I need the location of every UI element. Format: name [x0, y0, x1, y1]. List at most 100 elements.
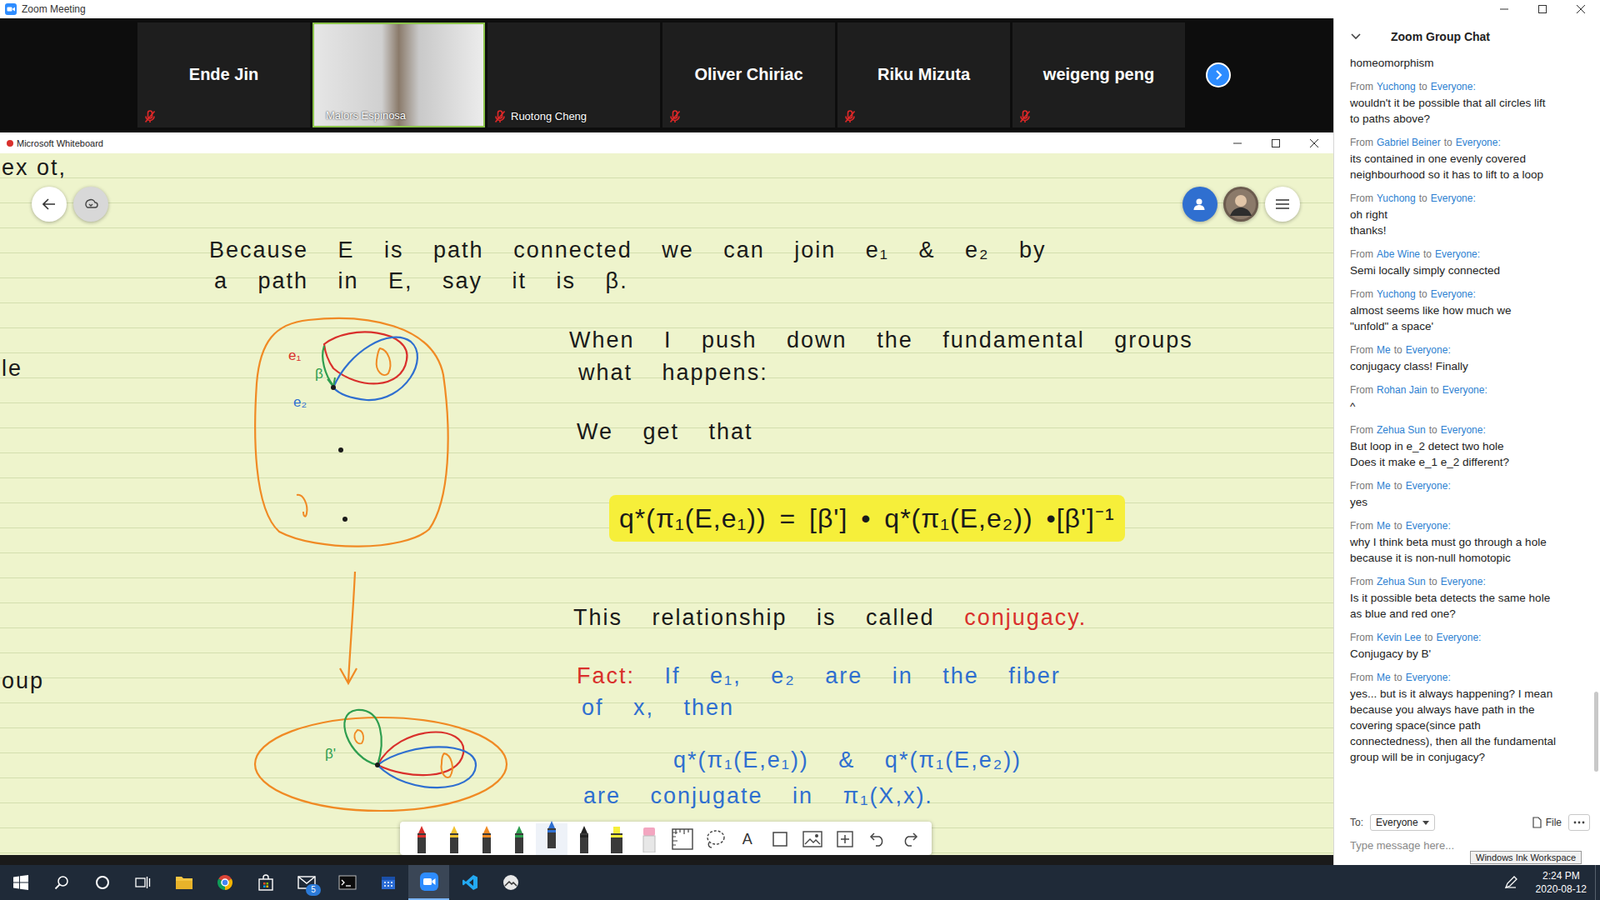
pen-tool[interactable] — [535, 823, 568, 855]
pen-tool[interactable] — [568, 823, 600, 855]
cut-off-note: ex ot, — [1, 155, 67, 181]
whiteboard-canvas[interactable]: ex ot,leoupBecause E is path connected w… — [0, 153, 1334, 855]
start-taskbar-button[interactable] — [0, 865, 41, 900]
taskview-taskbar-button[interactable] — [122, 865, 164, 900]
pen-icon — [545, 825, 559, 854]
muted-mic-icon — [494, 110, 506, 124]
minimize-button[interactable] — [1218, 132, 1257, 154]
taskbar: 5 2:24 PM2020-08-12 — [0, 865, 1600, 900]
ink-workspace-button[interactable] — [1494, 875, 1528, 890]
chat-message: FromMetoEveryone:why I think beta must g… — [1350, 518, 1592, 566]
from-label: From — [1350, 135, 1374, 151]
invite-button[interactable] — [1182, 186, 1218, 222]
explorer-taskbar-button[interactable] — [163, 865, 205, 900]
calendar-taskbar-button[interactable] — [367, 865, 409, 900]
participant-tile[interactable]: weigeng peng — [1012, 22, 1185, 128]
close-button[interactable] — [1561, 0, 1600, 19]
more-button[interactable] — [1568, 814, 1590, 831]
participant-name: Riku Mizuta — [877, 65, 970, 85]
pen-tool[interactable] — [405, 823, 438, 855]
shape-tool[interactable] — [764, 823, 796, 855]
zoom-taskbar-button[interactable] — [408, 865, 450, 900]
pen-icon — [480, 825, 494, 854]
scrollbar-thumb[interactable] — [1594, 691, 1599, 772]
participant-tile[interactable]: Oliver Chiriac — [662, 22, 835, 128]
participant-tile[interactable]: Riku Mizuta — [837, 22, 1010, 128]
ruler-tool[interactable] — [666, 823, 699, 855]
maximize-button[interactable] — [1523, 0, 1562, 19]
back-arrow-icon — [42, 198, 56, 210]
file-button[interactable]: File — [1532, 816, 1562, 829]
participant-tile[interactable]: Ende Jin — [137, 22, 310, 128]
message-header: FromKevin LeetoEveryone: — [1350, 630, 1592, 646]
sync-button[interactable] — [73, 186, 109, 222]
file-icon — [1532, 816, 1542, 829]
image-tool[interactable] — [796, 823, 829, 855]
pen-tool[interactable] — [503, 823, 535, 855]
message-header: FromRohan JaintoEveryone: — [1350, 382, 1592, 399]
maximize-button[interactable] — [1256, 132, 1295, 154]
note-text: This relationship is called — [573, 605, 965, 630]
undo-icon — [869, 831, 886, 847]
ruler-icon — [670, 827, 695, 851]
calendar-icon — [380, 874, 397, 891]
recipient-name: Everyone: — [1440, 574, 1486, 590]
participant-name: weigeng peng — [1043, 65, 1155, 85]
insert-tool[interactable] — [829, 823, 861, 855]
pen-icon — [1504, 875, 1518, 890]
back-button[interactable] — [31, 186, 67, 222]
recipient-name: Everyone: — [1455, 135, 1501, 151]
chat-message: FromYuchongtoEveryone:oh rightthanks! — [1350, 190, 1592, 239]
photos-taskbar-button[interactable] — [490, 865, 531, 900]
recipient-value: Everyone — [1375, 816, 1419, 829]
minimize-button[interactable] — [1485, 0, 1524, 19]
from-label: From — [1350, 670, 1374, 686]
text-tool[interactable]: A — [731, 823, 764, 855]
mute-status — [1019, 110, 1031, 124]
note-text: conjugacy. — [964, 605, 1087, 630]
menu-button[interactable] — [1265, 186, 1300, 222]
note-text: q*(π₁(E,e₁)) & q*(π₁(E,e₂)) — [673, 747, 1022, 773]
vscode-taskbar-button[interactable] — [449, 865, 490, 900]
close-button[interactable] — [1295, 132, 1334, 154]
show-desktop-button[interactable] — [1595, 865, 1600, 900]
pen-icon — [512, 825, 526, 854]
chrome-taskbar-button[interactable] — [204, 865, 245, 900]
muted-mic-icon — [1019, 110, 1031, 124]
eraser-tool[interactable] — [633, 823, 665, 855]
from-label: From — [1350, 342, 1374, 359]
undo-tool[interactable] — [861, 823, 894, 855]
sync-icon — [83, 197, 99, 211]
participant-footer — [144, 110, 156, 124]
sender-name: Me — [1376, 478, 1391, 495]
mail-taskbar-button[interactable]: 5 — [285, 865, 327, 900]
chat-message: FromGabriel BeinertoEveryone:its contain… — [1350, 135, 1592, 183]
highlighter-icon — [609, 825, 625, 854]
participant-tile[interactable]: Ruotong Cheng — [487, 22, 660, 128]
participant-footer — [669, 110, 681, 124]
to-label: to — [1419, 286, 1428, 303]
recipient-dropdown[interactable]: Everyone — [1370, 814, 1435, 831]
chevron-down-icon[interactable] — [1350, 33, 1361, 40]
lasso-tool[interactable] — [699, 823, 731, 855]
zoom-window-controls — [1485, 0, 1600, 19]
insert-icon — [835, 830, 855, 849]
highlighter-tool[interactable] — [600, 823, 633, 855]
message-header: FromZehua SuntoEveryone: — [1350, 422, 1592, 439]
system-clock[interactable]: 2:24 PM2020-08-12 — [1527, 869, 1595, 896]
pen-tool[interactable] — [438, 823, 470, 855]
participant-footer: Ruotong Cheng — [494, 110, 587, 124]
photos-icon — [502, 874, 520, 891]
store-taskbar-button[interactable] — [245, 865, 286, 900]
search-taskbar-button[interactable] — [40, 865, 82, 900]
recipient-name: Everyone: — [1430, 79, 1476, 95]
cortana-taskbar-button[interactable] — [81, 865, 123, 900]
redo-tool[interactable] — [894, 823, 926, 855]
account-button[interactable] — [1223, 186, 1259, 222]
recipient-name: Everyone: — [1405, 478, 1451, 495]
pen-tool[interactable] — [470, 823, 503, 855]
participant-tile[interactable]: Malors Espinosa — [312, 22, 485, 128]
terminal-taskbar-button[interactable] — [326, 865, 368, 900]
next-page-button[interactable] — [1205, 62, 1231, 88]
to-label: to — [1430, 382, 1440, 399]
